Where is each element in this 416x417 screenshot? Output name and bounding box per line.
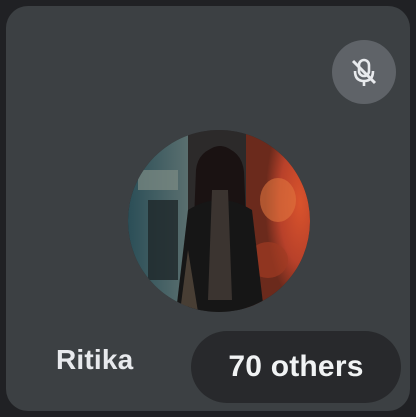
avatar	[128, 130, 310, 312]
others-button[interactable]: 70 others	[191, 331, 401, 403]
mic-off-icon	[351, 58, 377, 86]
participant-tile[interactable]: Ritika 70 others	[6, 6, 410, 411]
mic-muted-badge	[332, 40, 396, 104]
participant-name: Ritika	[56, 344, 134, 375]
others-count-label: 70 others	[228, 350, 364, 383]
